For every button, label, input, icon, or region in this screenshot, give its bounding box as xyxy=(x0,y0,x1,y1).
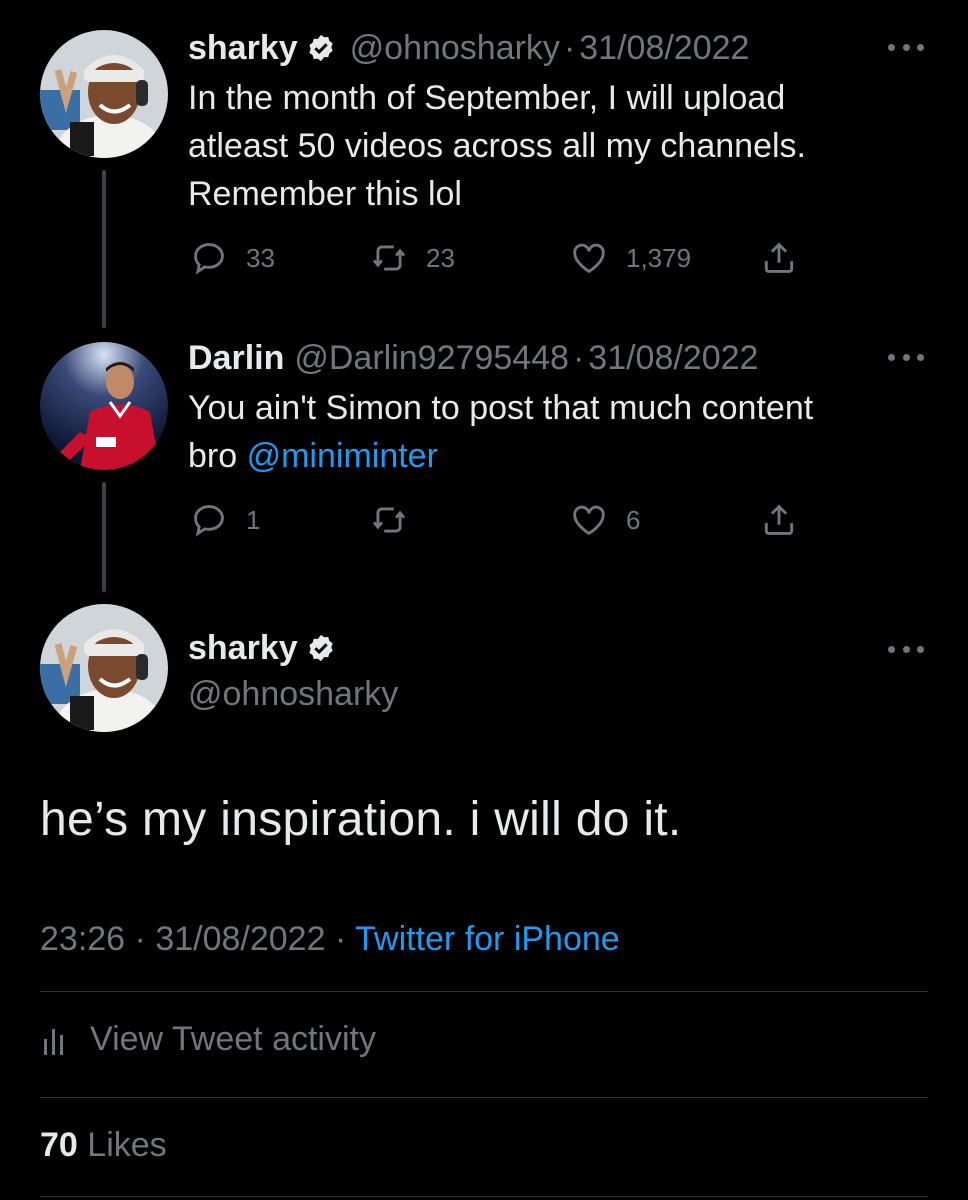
tweet1-text-line: In the month of September, I will upload xyxy=(188,79,786,117)
tweet3-time[interactable]: 23:26 xyxy=(40,920,125,958)
reply-count: 1 xyxy=(246,504,261,535)
tweet2-text: You ain't Simon to post that much conten… xyxy=(188,384,813,480)
activity-label: View Tweet activity xyxy=(90,1020,376,1058)
likes-summary[interactable]: 70 Likes xyxy=(40,1126,167,1165)
tweet1-text-line: atleast 50 videos across all my channels… xyxy=(188,127,806,165)
avatar-sharky[interactable] xyxy=(40,604,168,732)
tweet2-name[interactable]: Darlin xyxy=(188,339,284,377)
tweet2-text-line: You ain't Simon to post that much conten… xyxy=(188,389,814,427)
tweet1-separator: · xyxy=(563,29,576,67)
reply-button[interactable]: 1 xyxy=(190,500,260,540)
thread-line xyxy=(102,170,106,328)
reply-count: 33 xyxy=(246,242,275,273)
tweet3-source-separator: · xyxy=(334,920,347,958)
divider xyxy=(40,991,928,992)
like-button[interactable]: 6 xyxy=(570,500,640,540)
tweet3-handle[interactable]: @ohnosharky xyxy=(188,675,398,713)
tweet2-handle[interactable]: @Darlin92795448 xyxy=(294,339,569,377)
tweet2-header: Darlin @Darlin92795448 · 31/08/2022 xyxy=(188,338,758,378)
retweet-button[interactable]: 23 xyxy=(370,238,455,278)
tweet2-text-prefix: bro xyxy=(188,437,247,475)
tweet1-text: In the month of September, I will upload… xyxy=(188,74,806,218)
tweet3-separator: · xyxy=(134,920,146,958)
like-icon xyxy=(573,243,605,274)
reply-icon xyxy=(194,505,224,537)
like-icon xyxy=(573,505,605,536)
more-icon[interactable] xyxy=(888,644,924,654)
reply-icon xyxy=(194,243,224,275)
tweet1-date[interactable]: 31/08/2022 xyxy=(579,29,749,67)
tweet2-separator: · xyxy=(572,339,585,377)
tweet1-header: sharky @ohnosharky · 31/08/2022 xyxy=(188,28,749,68)
retweet-button[interactable] xyxy=(370,500,426,540)
like-count: 1,379 xyxy=(626,242,692,273)
tweet3-handle-row: @ohnosharky xyxy=(188,674,398,714)
source-link[interactable]: Twitter for iPhone xyxy=(355,920,620,958)
more-icon[interactable] xyxy=(888,42,924,52)
share-icon xyxy=(764,504,794,535)
divider xyxy=(40,1196,928,1197)
tweet3-date[interactable]: 31/08/2022 xyxy=(155,920,325,958)
tweet3-name-row: sharky xyxy=(188,628,350,668)
tweet3-name[interactable]: sharky xyxy=(188,629,298,667)
verified-icon xyxy=(306,632,336,662)
tweet1-handle[interactable]: @ohnosharky xyxy=(350,29,560,67)
retweet-icon xyxy=(372,245,406,271)
thread-line xyxy=(102,482,106,592)
verified-icon xyxy=(306,32,336,62)
retweet-count: 23 xyxy=(426,242,455,273)
more-icon[interactable] xyxy=(888,352,924,362)
mention-link[interactable]: @miniminter xyxy=(247,437,438,475)
like-count: 6 xyxy=(626,504,641,535)
tweet1-name[interactable]: sharky xyxy=(188,29,298,67)
tweet3-text: he’s my inspiration. i will do it. xyxy=(40,793,682,846)
tweet1-text-line: Remember this lol xyxy=(188,175,462,213)
retweet-icon xyxy=(372,507,406,533)
divider xyxy=(40,1097,928,1098)
avatar-darlin[interactable] xyxy=(40,342,168,470)
tweet3-meta: 23:26 · 31/08/2022 · Twitter for iPhone xyxy=(40,920,620,959)
activity-icon xyxy=(44,1028,63,1055)
likes-count: 70 xyxy=(40,1126,78,1164)
tweet2-text-line: bro @miniminter xyxy=(188,432,813,480)
share-icon xyxy=(764,242,794,273)
tweet2-date[interactable]: 31/08/2022 xyxy=(588,339,758,377)
like-button[interactable]: 1,379 xyxy=(570,238,691,278)
share-button[interactable] xyxy=(760,238,816,278)
avatar-sharky[interactable] xyxy=(40,30,168,158)
view-tweet-activity-button[interactable]: View Tweet activity xyxy=(40,1020,376,1059)
share-button[interactable] xyxy=(760,500,816,540)
reply-button[interactable]: 33 xyxy=(190,238,275,278)
likes-label: Likes xyxy=(87,1126,167,1164)
